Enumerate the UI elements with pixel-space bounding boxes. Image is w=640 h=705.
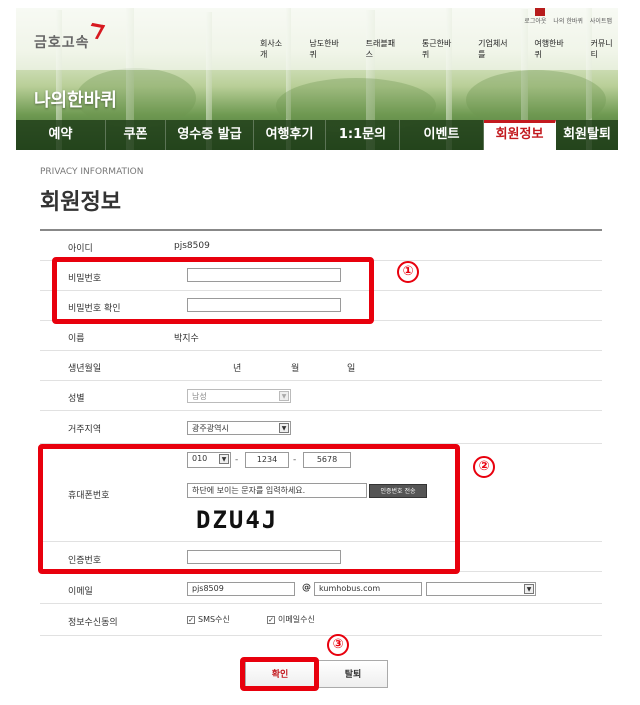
email-label: 이메일 xyxy=(68,587,93,597)
page-title: 회원정보 xyxy=(40,190,121,215)
sms-consent-checkbox[interactable]: ✓ SMS수신 xyxy=(187,614,230,625)
birth-month-unit: 월 xyxy=(291,364,300,374)
my-hanbakwi-link[interactable]: 나의 한바퀴 xyxy=(553,16,583,25)
birth-year-unit: 년 xyxy=(233,364,242,374)
region-select[interactable]: 광주광역시 ▼ xyxy=(187,421,291,435)
gnb-item-company[interactable]: 회사소개 xyxy=(260,38,287,60)
logo[interactable]: 금호고속 xyxy=(34,32,90,52)
email-id-input[interactable]: pjs8509 xyxy=(187,582,295,596)
callout-2: ② xyxy=(473,456,495,478)
tab-receipt[interactable]: 영수증 발급 xyxy=(166,120,254,150)
highlight-box-confirm xyxy=(240,657,319,691)
global-nav: 회사소개 남도한바퀴 트래블패스 통근한바퀴 기업체서틀 여행한바퀴 커뮤니티 xyxy=(260,38,618,60)
row-name: 이름 박지수 xyxy=(40,321,602,351)
id-value: pjs8509 xyxy=(174,241,210,251)
id-label: 아이디 xyxy=(68,244,93,254)
gnb-item-shuttle[interactable]: 기업체서틀 xyxy=(478,38,512,60)
highlight-box-password xyxy=(52,257,374,324)
utility-links: 로그아웃 나의 한바퀴 사이트맵 xyxy=(524,16,612,25)
gnb-item-travel[interactable]: 여행한바퀴 xyxy=(534,38,568,60)
checkbox-checked-icon: ✓ xyxy=(267,615,275,624)
chevron-down-icon: ▼ xyxy=(524,584,534,594)
callout-3: ③ xyxy=(327,634,349,656)
chevron-down-icon: ▼ xyxy=(279,423,289,433)
tab-inquiry[interactable]: 1:1문의 xyxy=(326,120,400,150)
tab-review[interactable]: 여행후기 xyxy=(254,120,326,150)
chevron-down-icon: ▼ xyxy=(279,391,289,401)
gnb-item-namdo[interactable]: 남도한바퀴 xyxy=(309,38,343,60)
row-consent: 정보수신동의 ✓ SMS수신 ✓ 이메일수신 xyxy=(40,604,602,636)
row-email: 이메일 pjs8509 @ kumhobus.com ▼ xyxy=(40,572,602,604)
email-consent-checkbox[interactable]: ✓ 이메일수신 xyxy=(267,614,315,625)
gnb-item-commute[interactable]: 통근한바퀴 xyxy=(422,38,456,60)
gnb-item-community[interactable]: 커뮤니티 xyxy=(591,38,618,60)
birth-label: 생년월일 xyxy=(68,364,102,374)
birth-day-unit: 일 xyxy=(347,364,356,374)
row-gender: 성별 남성 ▼ xyxy=(40,381,602,411)
user-icon xyxy=(535,8,545,16)
gender-select[interactable]: 남성 ▼ xyxy=(187,389,291,403)
name-label: 이름 xyxy=(68,334,85,344)
tab-coupon[interactable]: 쿠폰 xyxy=(106,120,166,150)
name-value: 박지수 xyxy=(174,334,199,344)
consent-label: 정보수신동의 xyxy=(68,618,118,628)
email-domain-input[interactable]: kumhobus.com xyxy=(314,582,422,596)
tab-withdraw[interactable]: 회원탈퇴 xyxy=(556,120,618,150)
sitemap-link[interactable]: 사이트맵 xyxy=(590,16,612,25)
email-at: @ xyxy=(302,583,311,593)
email-domain-select[interactable]: ▼ xyxy=(426,582,536,596)
hero-title: 나의한바퀴 xyxy=(34,90,117,111)
gnb-item-travelpass[interactable]: 트래블패스 xyxy=(366,38,400,60)
gender-label: 성별 xyxy=(68,394,85,404)
checkbox-checked-icon: ✓ xyxy=(187,615,195,624)
tab-bar: 예약 쿠폰 영수증 발급 여행후기 1:1문의 이벤트 회원정보 회원탈퇴 xyxy=(16,120,618,150)
highlight-box-phone-auth xyxy=(38,444,460,574)
region-label: 거주지역 xyxy=(68,425,102,435)
withdraw-button[interactable]: 탈퇴 xyxy=(318,660,388,688)
row-birth: 생년월일 년 월 일 xyxy=(40,351,602,381)
page-eng-title: PRIVACY INFORMATION xyxy=(40,167,144,177)
tab-event[interactable]: 이벤트 xyxy=(400,120,484,150)
callout-1: ① xyxy=(397,261,419,283)
logout-link[interactable]: 로그아웃 xyxy=(524,16,546,25)
tab-member-info[interactable]: 회원정보 xyxy=(484,120,556,150)
tab-reservation[interactable]: 예약 xyxy=(16,120,106,150)
row-region: 거주지역 광주광역시 ▼ xyxy=(40,411,602,444)
